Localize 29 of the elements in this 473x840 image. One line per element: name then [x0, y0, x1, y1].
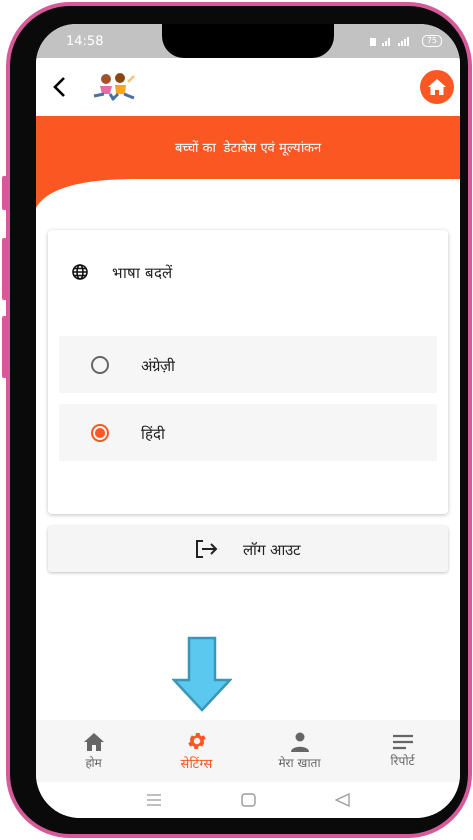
settings-icon — [186, 730, 208, 752]
globe-icon — [72, 264, 88, 280]
battery-level: 75 — [422, 35, 442, 47]
card-title: भाषा बदलें — [112, 263, 172, 282]
home-button[interactable] — [420, 70, 454, 104]
nav-tab[interactable]: मेरा खाता — [254, 732, 344, 770]
option-label: अंग्रेज़ी — [141, 356, 175, 374]
option-label: हिंदी — [141, 424, 165, 442]
radio-button[interactable] — [91, 356, 109, 374]
square-icon[interactable] — [240, 793, 256, 807]
nav-tab[interactable]: होम — [48, 732, 138, 770]
status-time: 14:58 — [66, 34, 104, 48]
app-title: बच्चों का डेटाबेस एवं मूल्यांकन — [175, 139, 321, 156]
home-icon — [427, 78, 447, 96]
nav-tab[interactable]: रिपोर्ट — [358, 734, 448, 768]
language-option[interactable]: अंग्रेज़ी — [59, 336, 437, 393]
lines-icon — [392, 734, 414, 750]
back-triangle-icon[interactable] — [335, 793, 350, 807]
down-arrow-icon — [172, 636, 232, 712]
logout-button[interactable]: लॉग आउट — [48, 526, 448, 572]
back-icon[interactable] — [52, 76, 66, 98]
person-icon — [288, 732, 310, 752]
kids-logo-drawing — [92, 72, 138, 102]
radio-button[interactable] — [91, 424, 109, 442]
logout-icon — [195, 540, 220, 558]
home-icon — [82, 732, 104, 752]
language-option[interactable]: हिंदी — [59, 404, 437, 461]
nav-tab[interactable]: सेटिंग्स — [152, 730, 242, 772]
menu-icon[interactable] — [146, 794, 162, 806]
